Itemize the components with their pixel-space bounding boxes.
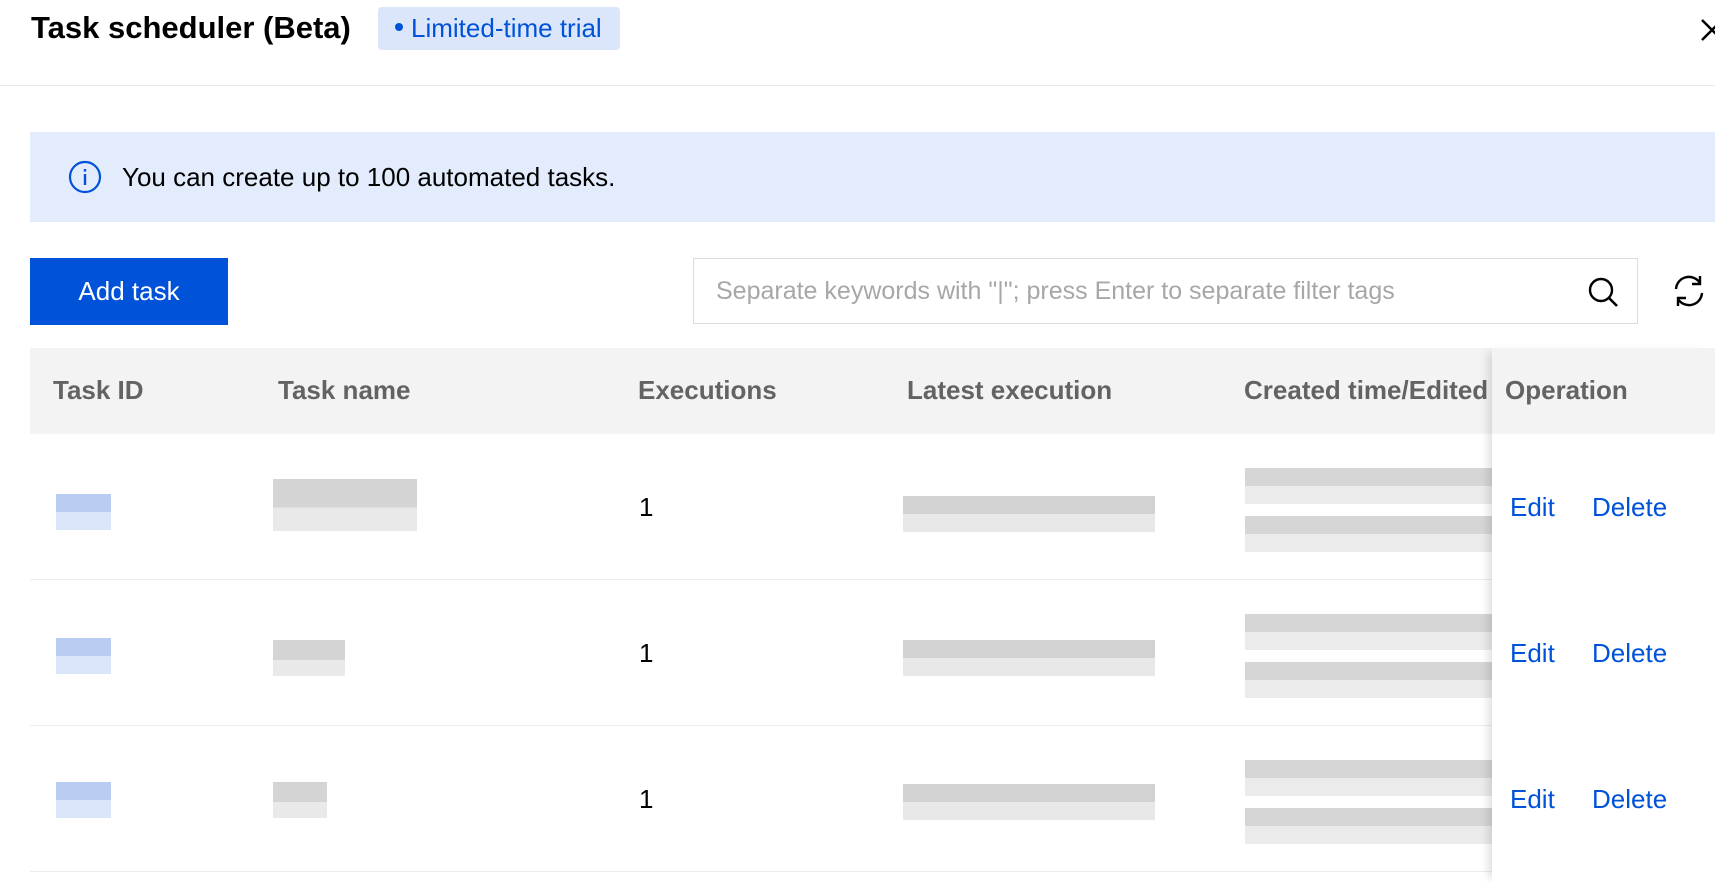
delete-button[interactable]: Delete — [1592, 781, 1667, 817]
info-banner: You can create up to 100 automated tasks… — [30, 132, 1715, 222]
column-header-task-name: Task name — [278, 375, 411, 405]
dialog-title: Task scheduler (Beta) — [31, 10, 351, 45]
latest-execution-value — [903, 784, 1155, 820]
executions-value: 1 — [639, 492, 654, 522]
column-header-operation: Operation — [1505, 375, 1628, 405]
latest-execution-value — [903, 496, 1155, 532]
task-id-value[interactable] — [56, 638, 111, 674]
badge-dot-icon — [395, 23, 403, 32]
task-id-value[interactable] — [56, 494, 111, 530]
search-input[interactable] — [716, 273, 1556, 309]
table-row: 1 — [30, 434, 1715, 580]
table-header: Task ID Task name Executions Latest exec… — [30, 348, 1715, 434]
task-name-value — [273, 479, 417, 531]
edit-button[interactable]: Edit — [1510, 635, 1555, 671]
column-header-task-id: Task ID — [53, 375, 144, 405]
search-box[interactable] — [693, 258, 1638, 324]
edit-button[interactable]: Edit — [1510, 781, 1555, 817]
created-time-value — [1245, 610, 1500, 698]
operation-header-cell: Operation — [1492, 348, 1715, 434]
trial-badge: Limited-time trial — [378, 7, 620, 50]
info-text: You can create up to 100 automated tasks… — [122, 162, 616, 192]
operation-column: Operation Edit Delete Edit Delete Edit D… — [1492, 348, 1715, 882]
column-header-executions: Executions — [638, 375, 777, 405]
info-icon — [68, 160, 102, 194]
trial-badge-label: Limited-time trial — [411, 13, 602, 43]
edit-button[interactable]: Edit — [1510, 489, 1555, 525]
refresh-icon[interactable] — [1671, 273, 1707, 309]
search-icon[interactable] — [1586, 275, 1620, 309]
add-task-button[interactable]: Add task — [30, 258, 228, 325]
table-row: 1 — [30, 726, 1715, 872]
latest-execution-value — [903, 640, 1155, 676]
delete-button[interactable]: Delete — [1592, 635, 1667, 671]
task-id-value[interactable] — [56, 782, 111, 818]
column-header-latest-execution: Latest execution — [907, 375, 1113, 405]
executions-value: 1 — [639, 784, 654, 814]
task-name-value — [273, 640, 345, 676]
column-header-created-time: Created time/Edited — [1244, 375, 1489, 405]
delete-button[interactable]: Delete — [1592, 489, 1667, 525]
created-time-value — [1245, 756, 1500, 844]
close-icon[interactable] — [1697, 10, 1715, 46]
created-time-value — [1245, 464, 1500, 552]
table-row: 1 — [30, 580, 1715, 726]
task-name-value — [273, 782, 327, 818]
dialog-header: Task scheduler (Beta) Limited-time trial — [0, 0, 1715, 86]
executions-value: 1 — [639, 638, 654, 668]
